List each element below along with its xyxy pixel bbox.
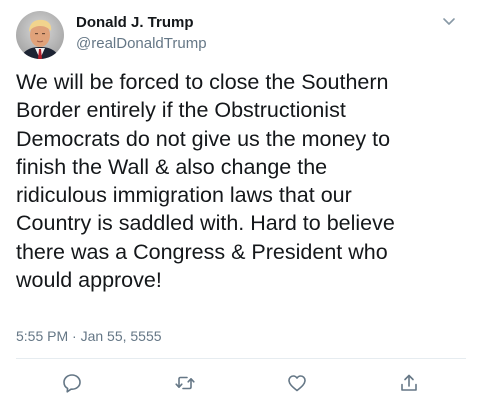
divider (16, 358, 466, 359)
reply-button[interactable] (61, 372, 83, 394)
tweet-timestamp[interactable]: 5:55 PM · Jan 55, 5555 (16, 327, 162, 345)
reply-icon (63, 374, 81, 393)
like-button[interactable] (286, 372, 308, 394)
share-icon (401, 374, 417, 391)
chevron-down-icon[interactable] (440, 12, 458, 30)
retweet-button[interactable] (174, 372, 196, 394)
tweet-card: Donald J. Trump @realDonaldTrump We will… (0, 0, 480, 410)
share-button[interactable] (398, 372, 420, 394)
avatar[interactable] (16, 11, 64, 59)
retweet-icon (175, 376, 195, 390)
avatar-image (16, 11, 64, 59)
like-icon (288, 375, 306, 392)
display-name[interactable]: Donald J. Trump (76, 14, 194, 32)
tweet-text: We will be forced to close the Southern … (16, 70, 395, 293)
username-handle[interactable]: @realDonaldTrump (76, 35, 207, 53)
